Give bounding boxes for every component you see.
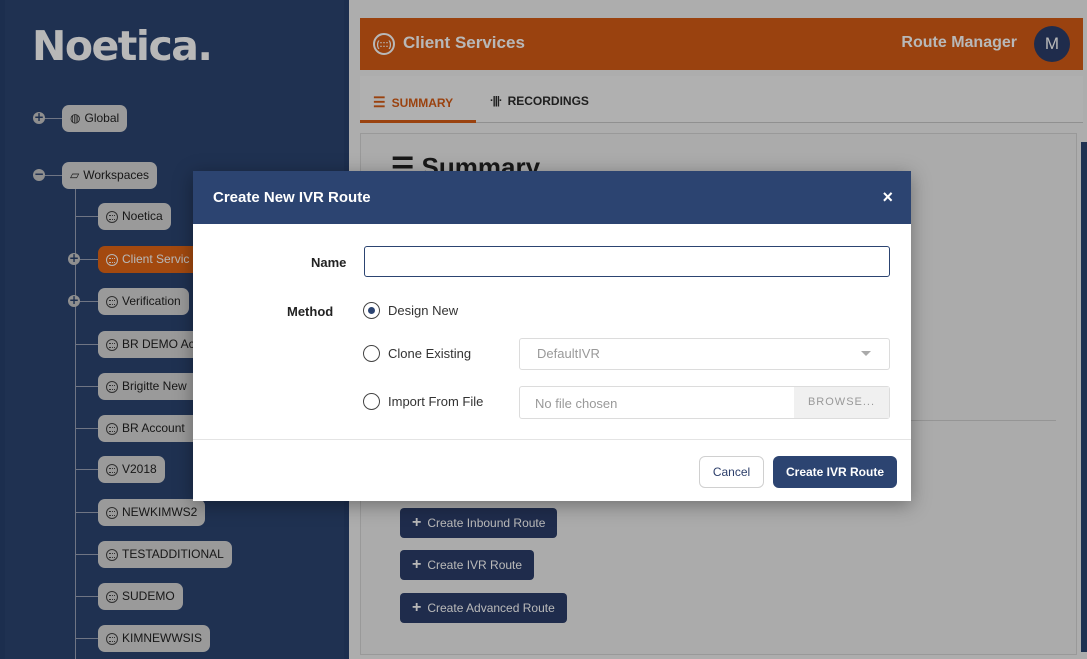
close-icon[interactable]: × (882, 187, 893, 208)
create-ivr-route-submit-button[interactable]: Create IVR Route (773, 456, 897, 488)
clone-route-select[interactable]: DefaultIVR (519, 338, 890, 370)
browse-button[interactable]: BROWSE... (794, 387, 889, 418)
chevron-down-icon (861, 351, 871, 356)
route-name-input[interactable] (364, 246, 890, 277)
dialog-title: Create New IVR Route (213, 189, 371, 206)
radio-button[interactable] (363, 393, 380, 410)
method-label: Method (287, 304, 334, 319)
radio-import-from-file[interactable]: Import From File (363, 393, 483, 410)
radio-label: Clone Existing (388, 346, 472, 361)
file-input[interactable]: No file chosen BROWSE... (519, 386, 890, 419)
create-ivr-route-dialog: Create New IVR Route × Name Method Desig… (193, 171, 911, 501)
cancel-button[interactable]: Cancel (699, 456, 764, 488)
file-name: No file chosen (535, 396, 618, 411)
radio-clone-existing[interactable]: Clone Existing (363, 345, 471, 362)
radio-label: Design New (388, 303, 459, 318)
dialog-divider (193, 439, 911, 440)
radio-label: Import From File (388, 394, 484, 409)
radio-button[interactable] (363, 302, 380, 319)
select-value: DefaultIVR (537, 346, 600, 361)
name-label: Name (311, 255, 347, 270)
radio-design-new[interactable]: Design New (363, 302, 458, 319)
dialog-header: Create New IVR Route × (193, 171, 911, 224)
radio-button[interactable] (363, 345, 380, 362)
